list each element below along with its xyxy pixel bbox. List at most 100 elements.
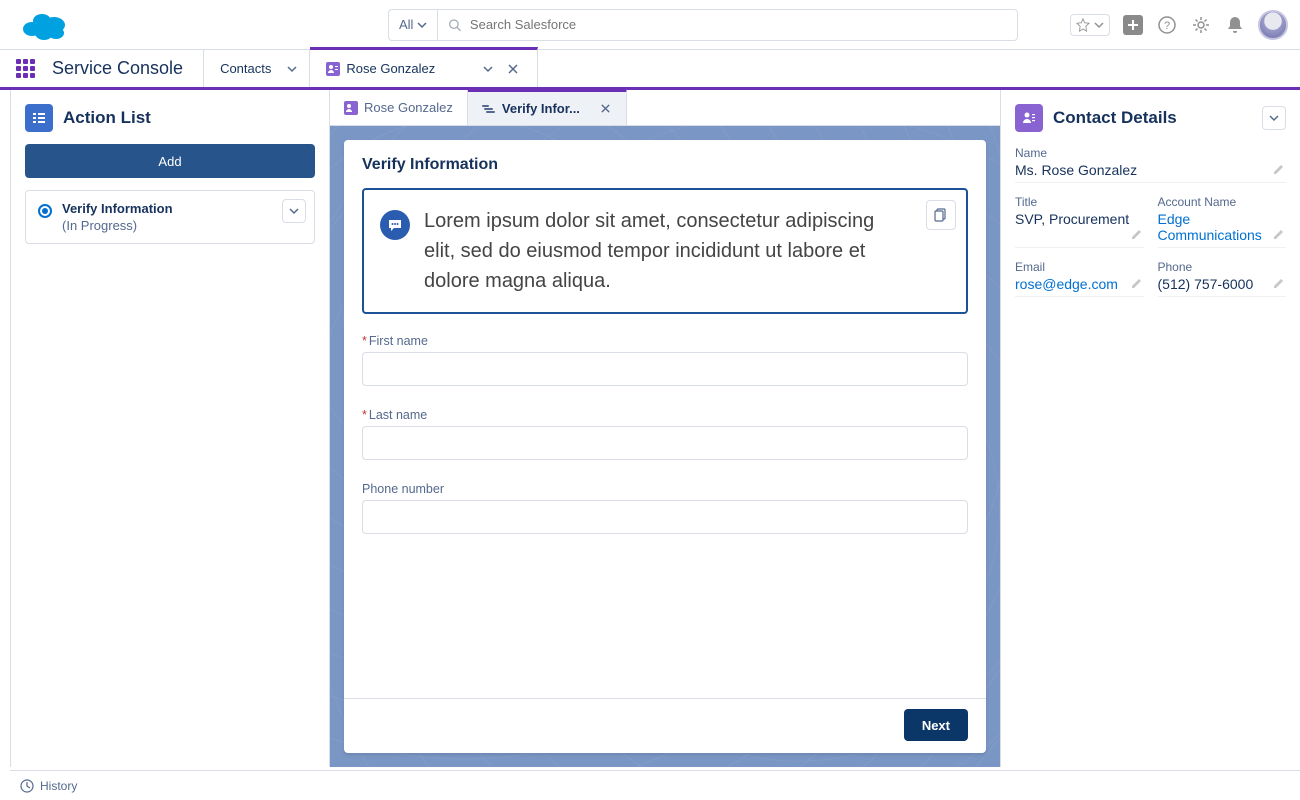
verify-heading: Verify Information — [362, 156, 968, 174]
chevron-down-icon — [1269, 113, 1279, 123]
action-list-icon — [25, 104, 53, 132]
chevron-down-icon — [289, 206, 299, 216]
contact-icon — [1015, 104, 1043, 132]
main-content: Rose Gonzalez Verify Infor... Verify Inf… — [330, 90, 1000, 767]
info-box: Lorem ipsum dolor sit amet, consectetur … — [362, 188, 968, 314]
chevron-down-icon — [1094, 20, 1104, 30]
detail-value: Ms. Rose Gonzalez — [1015, 162, 1286, 178]
waffle-icon — [16, 59, 35, 78]
history-utility[interactable]: History — [20, 779, 77, 793]
edit-button[interactable] — [1272, 227, 1286, 241]
action-list-title: Action List — [63, 108, 151, 128]
clock-icon — [20, 779, 34, 793]
subtab-label: Verify Infor... — [502, 101, 580, 116]
first-name-field: *First name — [362, 334, 968, 386]
detail-label: Account Name — [1158, 195, 1287, 209]
action-list-header: Action List — [25, 104, 315, 132]
detail-value-link[interactable]: rose@edge.com — [1015, 276, 1144, 292]
detail-row-title: Title SVP, Procurement — [1015, 195, 1144, 248]
nav-tab-record[interactable]: Rose Gonzalez — [310, 47, 538, 87]
detail-row-account: Account Name Edge Communications — [1158, 195, 1287, 248]
app-name: Service Console — [38, 50, 204, 87]
search-input[interactable] — [470, 17, 1008, 32]
salesforce-logo — [20, 9, 68, 41]
user-avatar[interactable] — [1258, 10, 1288, 40]
setup-button[interactable] — [1190, 14, 1212, 36]
favorites-button[interactable] — [1070, 14, 1110, 36]
search-scope-label: All — [399, 17, 413, 32]
detail-label: Title — [1015, 195, 1144, 209]
detail-value: SVP, Procurement — [1015, 211, 1144, 227]
first-name-label: *First name — [362, 334, 968, 348]
pencil-icon — [1272, 276, 1286, 290]
chevron-down-icon — [483, 64, 493, 74]
contact-details-panel: Contact Details Name Ms. Rose Gonzalez T… — [1000, 90, 1300, 767]
pencil-icon — [1130, 227, 1144, 241]
action-item-title: Verify Information — [62, 201, 173, 216]
action-item[interactable]: Verify Information (In Progress) — [25, 190, 315, 244]
copy-icon — [934, 208, 948, 222]
notifications-button[interactable] — [1224, 14, 1246, 36]
svg-text:?: ? — [1164, 20, 1170, 32]
last-name-field: *Last name — [362, 408, 968, 460]
nav-tab-contacts[interactable]: Contacts — [204, 50, 310, 87]
gear-icon — [1191, 15, 1211, 35]
action-item-status: (In Progress) — [62, 218, 173, 233]
detail-value-link[interactable]: Edge Communications — [1158, 211, 1287, 243]
close-icon — [507, 63, 519, 75]
detail-value: (512) 757-6000 — [1158, 276, 1287, 292]
add-button[interactable] — [1122, 14, 1144, 36]
header-actions: ? — [1070, 10, 1288, 40]
nav-tab-menu[interactable] — [279, 57, 303, 81]
edit-button[interactable] — [1272, 162, 1286, 176]
chevron-down-icon — [417, 20, 427, 30]
last-name-label: *Last name — [362, 408, 968, 422]
chat-bubble-icon — [380, 210, 410, 240]
edit-button[interactable] — [1130, 276, 1144, 290]
close-tab-button[interactable] — [507, 63, 521, 75]
question-icon: ? — [1157, 15, 1177, 35]
history-label: History — [40, 779, 77, 793]
close-subtab-button[interactable] — [600, 103, 612, 114]
detail-row-name: Name Ms. Rose Gonzalez — [1015, 146, 1286, 183]
search-box — [438, 9, 1018, 41]
copy-button[interactable] — [926, 200, 956, 230]
nav-tab-menu[interactable] — [475, 57, 499, 81]
contact-details-title: Contact Details — [1053, 108, 1177, 128]
phone-input[interactable] — [362, 500, 968, 534]
edit-button[interactable] — [1272, 276, 1286, 290]
help-button[interactable]: ? — [1156, 14, 1178, 36]
detail-label: Email — [1015, 260, 1144, 274]
search-scope-button[interactable]: All — [388, 9, 438, 41]
add-action-button[interactable]: Add — [25, 144, 315, 178]
first-name-input[interactable] — [362, 352, 968, 386]
pencil-icon — [1272, 162, 1286, 176]
global-search: All — [388, 9, 1018, 41]
pencil-icon — [1130, 276, 1144, 290]
info-message: Lorem ipsum dolor sit amet, consectetur … — [424, 206, 906, 296]
flow-icon — [482, 102, 496, 116]
action-item-menu-button[interactable] — [282, 199, 306, 223]
action-list-panel: Action List Add Verify Information (In P… — [10, 90, 330, 767]
form-body: Lorem ipsum dolor sit amet, consectetur … — [362, 188, 968, 698]
subtab-record[interactable]: Rose Gonzalez — [330, 90, 468, 125]
nav-tab-label: Rose Gonzalez — [346, 61, 435, 76]
contact-icon — [344, 101, 358, 115]
edit-button[interactable] — [1130, 227, 1144, 241]
action-item-body: Verify Information (In Progress) — [62, 201, 173, 233]
subtab-label: Rose Gonzalez — [364, 100, 453, 115]
utility-bar: History — [10, 770, 1300, 800]
canvas: Verify Information Lorem ipsum dolor sit… — [330, 126, 1000, 767]
app-launcher-button[interactable] — [12, 50, 38, 87]
card-footer: Next — [344, 698, 986, 741]
star-icon — [1076, 18, 1090, 32]
phone-label: Phone number — [362, 482, 968, 496]
chevron-down-icon — [287, 64, 297, 74]
next-button[interactable]: Next — [904, 709, 968, 741]
bell-icon — [1226, 15, 1244, 35]
workspace: Action List Add Verify Information (In P… — [0, 90, 1300, 767]
subtab-verify[interactable]: Verify Infor... — [468, 89, 627, 125]
details-menu-button[interactable] — [1262, 106, 1286, 130]
search-icon — [448, 18, 461, 32]
last-name-input[interactable] — [362, 426, 968, 460]
